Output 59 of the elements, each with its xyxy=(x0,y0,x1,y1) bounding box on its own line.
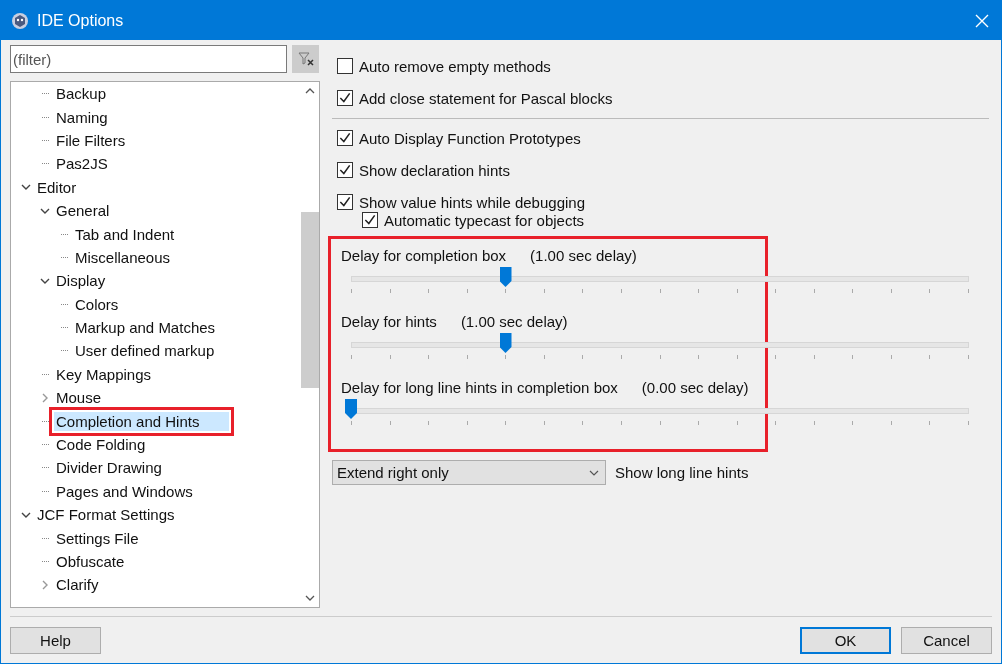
checkbox[interactable] xyxy=(337,58,353,74)
checkbox[interactable] xyxy=(337,130,353,146)
slider-reading: (1.00 sec delay) xyxy=(460,313,568,332)
caret-icon xyxy=(589,469,599,476)
window-title: IDE Options xyxy=(37,11,125,30)
scrollbar-thumb[interactable] xyxy=(301,212,319,388)
tree-item[interactable]: Mouse xyxy=(54,388,104,408)
close-icon[interactable] xyxy=(975,13,989,28)
long-line-hints-dropdown[interactable]: Extend right only xyxy=(332,460,606,485)
slider-reading: (0.00 sec delay) xyxy=(641,379,749,398)
checkbox-label: Auto remove empty methods xyxy=(359,57,551,75)
tree-item[interactable]: Naming xyxy=(54,107,110,127)
help-button[interactable]: Help xyxy=(10,626,101,654)
tree-item[interactable]: Key Mappings xyxy=(54,364,154,384)
slider-thumb[interactable] xyxy=(345,399,357,419)
tree-item[interactable]: Clarify xyxy=(54,575,101,595)
collapsed-chevron-icon[interactable] xyxy=(40,579,50,590)
tree-item[interactable]: Obfuscate xyxy=(54,552,127,571)
tree-item[interactable]: General xyxy=(54,201,112,221)
cancel-button[interactable]: Cancel xyxy=(901,626,992,654)
clear-filter-button[interactable] xyxy=(292,45,319,73)
slider-thumb[interactable] xyxy=(499,333,512,353)
slider-label: Delay for long line hints in completion box xyxy=(341,379,618,398)
checkbox-label: Automatic typecast for objects xyxy=(384,211,585,229)
tree-item[interactable]: Tab and Indent xyxy=(73,224,177,244)
slider-reading: (1.00 sec delay) xyxy=(530,247,637,266)
slider-label: Delay for hints xyxy=(341,313,437,332)
tree-item[interactable]: Pages and Windows xyxy=(54,481,195,501)
dropdown-label: Show long line hints xyxy=(615,464,749,481)
checkbox[interactable] xyxy=(337,194,353,210)
filter-field[interactable]: (filter) xyxy=(10,45,287,73)
tree-item[interactable]: File Filters xyxy=(54,130,128,150)
tree-item[interactable]: Settings File xyxy=(54,528,141,548)
checkbox-label: Show value hints while debugging xyxy=(359,193,585,211)
app-icon xyxy=(11,11,29,30)
tree-item[interactable]: Pas2JS xyxy=(54,154,110,174)
scroll-up-icon[interactable] xyxy=(305,88,315,94)
slider-label: Delay for completion box xyxy=(341,247,507,266)
tree-item[interactable]: User defined markup xyxy=(73,341,217,361)
tree-item[interactable]: Markup and Matches xyxy=(73,318,218,338)
scroll-down-icon[interactable] xyxy=(305,595,315,601)
slider-thumb[interactable] xyxy=(499,267,512,287)
checkbox-label: Add close statement for Pascal blocks xyxy=(359,89,613,107)
checkbox[interactable] xyxy=(362,212,378,228)
collapsed-chevron-icon[interactable] xyxy=(40,392,50,403)
tree-item[interactable]: Divider Drawing xyxy=(54,458,164,478)
checkbox-label: Show declaration hints xyxy=(359,161,510,179)
checkbox[interactable] xyxy=(337,162,353,178)
tree-item[interactable]: Miscellaneous xyxy=(73,247,173,267)
ok-button[interactable]: OK xyxy=(800,626,891,654)
tree-item[interactable]: Display xyxy=(54,271,108,291)
tree-item[interactable]: Code Folding xyxy=(54,435,148,455)
clear-filter-icon xyxy=(297,52,314,66)
checkbox[interactable] xyxy=(337,90,353,106)
checkbox-label: Auto Display Function Prototypes xyxy=(359,129,581,147)
tree-item[interactable]: Backup xyxy=(54,84,109,104)
tree-item[interactable]: Colors xyxy=(73,294,121,314)
tree-item[interactable]: JCF Format Settings xyxy=(35,505,177,525)
tree-item[interactable]: Editor xyxy=(35,177,79,197)
